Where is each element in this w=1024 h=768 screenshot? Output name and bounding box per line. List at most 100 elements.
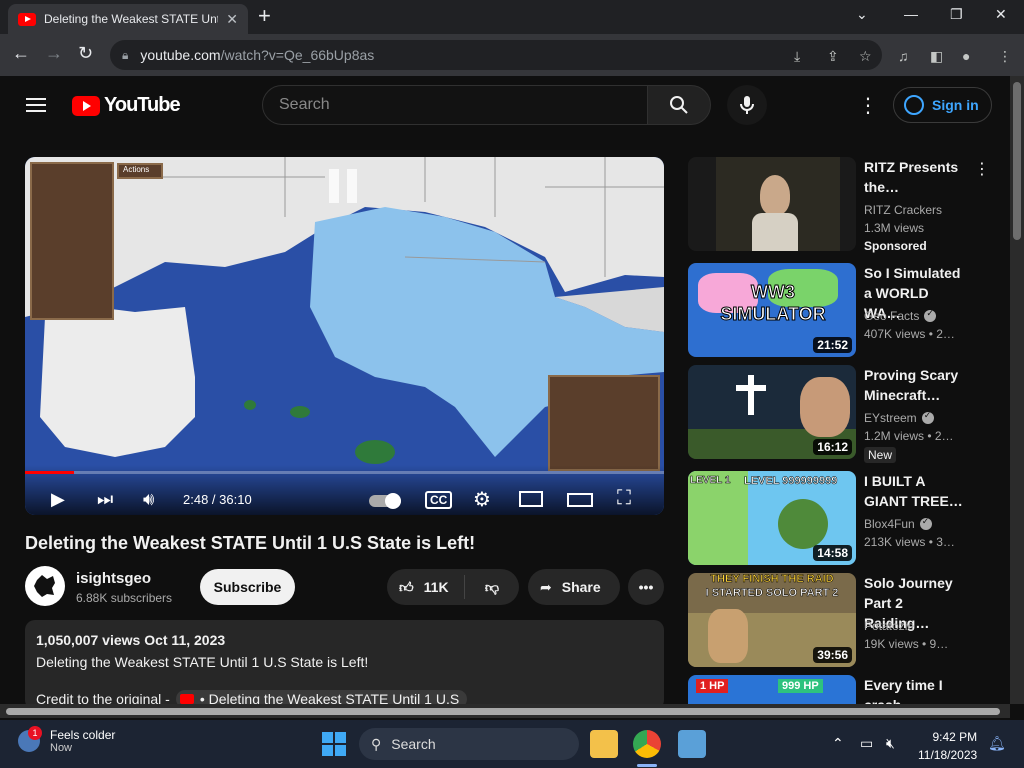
like-count: 11K (423, 579, 449, 595)
game-leaderboard-panel (548, 375, 660, 471)
file-explorer-icon[interactable] (590, 730, 618, 758)
video-thumbnail[interactable]: THEY FINISH THE RAID I STARTED SOLO PART… (688, 573, 856, 667)
settings-kebab-icon[interactable]: ⋮ (858, 93, 878, 118)
search-icon: ⚲ (371, 735, 382, 752)
youtube-favicon-icon (18, 12, 36, 26)
tab-search-icon[interactable]: ⌄ (856, 6, 868, 23)
maximize-icon[interactable]: ❐ (950, 6, 963, 23)
notification-bell-icon[interactable]: 🔔︎ (988, 735, 1006, 752)
system-clock[interactable]: 9:42 PM 11/18/2023 (918, 728, 977, 764)
clock-time: 9:42 PM (932, 730, 978, 744)
recommended-video[interactable]: 1 HP 999 HP Every time I crash… (688, 675, 1008, 704)
recommended-title: Every time I crash… (864, 677, 943, 704)
game-actions-label: Actions (117, 163, 163, 179)
video-time: 2:48 / 36:10 (183, 492, 252, 507)
fullscreen-icon[interactable]: ⛶ (617, 487, 631, 510)
recommended-video[interactable]: LEVEL 1 LEVEL 999999999 14:58 I BUILT A … (688, 471, 1008, 567)
browser-tab[interactable]: Deleting the Weakest STATE Until 1 U.S S… (8, 4, 248, 34)
search-placeholder: Search (279, 96, 330, 113)
share-arrow-icon: ➦ (540, 578, 552, 595)
recommended-video[interactable]: THEY FINISH THE RAID I STARTED SOLO PART… (688, 573, 1008, 669)
weather-widget[interactable]: 1 Feels colder Now (18, 726, 116, 754)
side-panel-icon[interactable]: ◧ (930, 48, 943, 65)
recommended-video[interactable]: 16:12 Proving Scary Minecraft… EYstreem … (688, 365, 1008, 463)
close-tab-icon[interactable]: ✕ (226, 11, 238, 28)
url-host: youtube.com (140, 47, 221, 63)
description-box[interactable]: 1,050,007 views Oct 11, 2023 Deleting th… (25, 620, 664, 710)
miniplayer-icon[interactable] (519, 491, 543, 507)
youtube-play-logo-icon (72, 95, 100, 116)
horizontal-scrollbar-thumb[interactable] (6, 708, 1000, 715)
voice-search-button[interactable] (727, 85, 767, 125)
weather-icon: 1 (18, 726, 42, 752)
close-window-icon[interactable]: ✕ (995, 6, 1007, 23)
horizontal-scrollbar[interactable] (0, 704, 1010, 718)
progress-bar[interactable] (25, 471, 664, 474)
minimize-icon[interactable]: — (904, 6, 918, 22)
video-duration: 21:52 (813, 337, 852, 353)
account-circle-icon (904, 95, 924, 115)
recommended-views: 19K views • 9… (864, 637, 949, 651)
player-controls: ▶ ⏭ 🔊︎ 2:48 / 36:10 CC ⚙ ⛶ (25, 465, 664, 515)
control-panel-icon[interactable] (678, 730, 706, 758)
next-video-icon[interactable]: ⏭ (97, 489, 113, 510)
install-app-icon[interactable]: ⤓ (794, 48, 800, 65)
taskbar-search[interactable]: ⚲ Search (359, 728, 579, 760)
forward-icon[interactable]: → (45, 43, 63, 64)
video-thumbnail[interactable] (688, 157, 856, 251)
network-icon[interactable]: ▭ (860, 735, 873, 752)
bookmark-star-icon[interactable]: ☆ (859, 48, 872, 65)
subscribe-button[interactable]: Subscribe (200, 569, 295, 605)
hamburger-menu-icon[interactable] (26, 98, 46, 112)
verified-check-icon (921, 410, 934, 424)
sign-in-button[interactable]: Sign in (893, 87, 992, 123)
back-icon[interactable]: ← (12, 43, 30, 64)
recommended-channel: Potatozie (864, 619, 915, 633)
vertical-scrollbar-thumb[interactable] (1013, 82, 1021, 240)
volume-muted-icon[interactable]: 🔇︎ (886, 735, 895, 752)
captions-icon[interactable]: CC (425, 491, 453, 509)
chrome-icon[interactable] (633, 730, 661, 758)
search-button[interactable] (647, 85, 711, 125)
autoplay-toggle[interactable] (369, 493, 401, 509)
weather-title: Feels colder (50, 728, 116, 742)
channel-name[interactable]: isightsgeo (76, 570, 151, 587)
share-button[interactable]: ➦ Share (528, 569, 620, 605)
search-input[interactable]: Search (262, 85, 648, 125)
reload-icon[interactable]: ↻ (78, 43, 93, 64)
windows-taskbar: 1 Feels colder Now ⚲ Search ⌃ ▭ 🔇︎ 9:42 … (0, 720, 1024, 768)
video-player[interactable]: Actions ▶ ⏭ 🔊︎ 2:48 / 36:10 CC ⚙ ⛶ (25, 157, 664, 515)
thumbnail-text: 1 HP (696, 679, 729, 693)
recommended-menu-icon[interactable]: ⋮ (974, 159, 990, 179)
profile-icon[interactable]: ● (962, 48, 970, 64)
show-hidden-icons-icon[interactable]: ⌃ (832, 735, 844, 752)
channel-avatar[interactable] (25, 566, 65, 606)
thumbs-down-icon: 👎︎ (484, 578, 500, 595)
vertical-scrollbar[interactable] (1010, 76, 1024, 704)
settings-gear-icon[interactable]: ⚙ (473, 487, 491, 512)
more-actions-button[interactable]: ••• (628, 569, 664, 605)
recommended-video[interactable]: WW3 SIMULATOR 21:52 So I Simulated a WOR… (688, 263, 1008, 359)
new-tab-icon[interactable]: + (258, 5, 271, 27)
video-thumbnail[interactable]: LEVEL 1 LEVEL 999999999 14:58 (688, 471, 856, 565)
address-bar[interactable]: 🔒︎ youtube.com/watch?v=Qe_66bUp8as (110, 40, 882, 70)
weather-subtitle: Now (50, 742, 73, 754)
media-control-icon[interactable]: ♫ (898, 48, 909, 64)
volume-icon[interactable]: 🔊︎ (143, 489, 154, 510)
verified-check-icon (924, 308, 937, 322)
dislike-button[interactable]: 👎︎ (465, 579, 519, 596)
youtube-logo[interactable]: YouTube (72, 94, 181, 117)
video-thumbnail[interactable]: WW3 SIMULATOR 21:52 (688, 263, 856, 357)
windows-start-icon[interactable] (322, 732, 346, 756)
video-thumbnail[interactable]: 16:12 (688, 365, 856, 459)
recommended-video[interactable]: RITZ Presents the… RITZ Crackers 1.3M vi… (688, 157, 1008, 253)
channel-avatar-icon (34, 575, 55, 597)
browser-menu-icon[interactable]: ⋮ (998, 48, 1012, 65)
theater-mode-icon[interactable] (567, 493, 593, 507)
share-page-icon[interactable]: ⇪ (827, 48, 839, 65)
like-button[interactable]: 👍︎ 11K (387, 575, 465, 599)
youtube-wordmark: YouTube (104, 94, 181, 116)
video-thumbnail[interactable]: 1 HP 999 HP (688, 675, 856, 704)
play-icon[interactable]: ▶ (51, 489, 65, 510)
more-horizontal-icon: ••• (638, 579, 654, 595)
